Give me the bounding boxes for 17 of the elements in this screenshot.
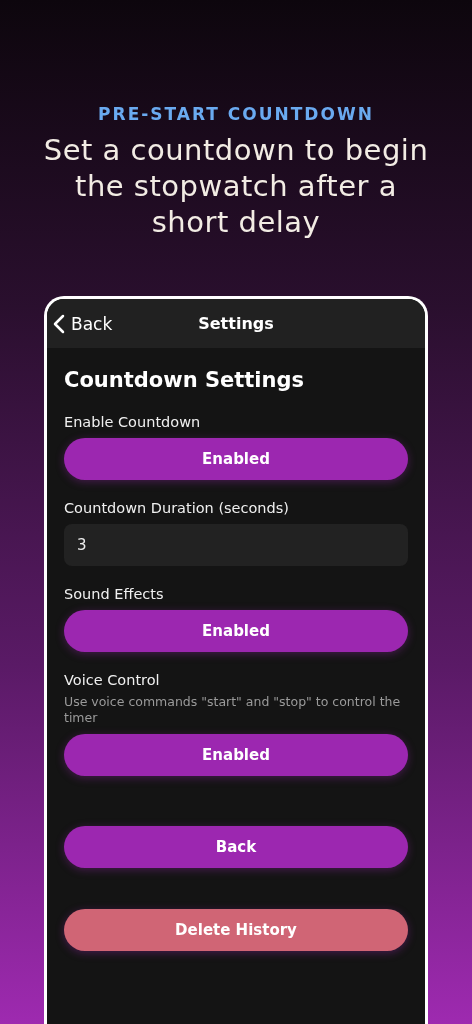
toggle-button[interactable]: Enabled (64, 610, 408, 652)
toggle-button[interactable]: Enabled (64, 734, 408, 776)
setting-description: Use voice commands "start" and "stop" to control the timer (64, 694, 402, 726)
delete-button[interactable]: Delete History (64, 909, 408, 951)
setting-label: Sound Effects (64, 586, 165, 602)
back-button[interactable]: Back (64, 826, 408, 868)
section-title: Countdown Settings (64, 368, 306, 392)
eyebrow-text: PRE-START COUNTDOWN (98, 104, 374, 124)
nav-title: Settings (198, 314, 274, 333)
chevron-left-icon (53, 313, 65, 334)
setting-label: Countdown Duration (seconds) (64, 500, 290, 516)
input-field[interactable]: 3 (64, 524, 408, 566)
setting-label: Voice Control (64, 672, 161, 688)
toggle-button[interactable]: Enabled (64, 438, 408, 480)
back-link[interactable]: Back (47, 313, 113, 334)
setting-label: Enable Countdown (64, 414, 202, 430)
headline: Set a countdown to begin the stopwatch after a short delay (42, 132, 430, 240)
